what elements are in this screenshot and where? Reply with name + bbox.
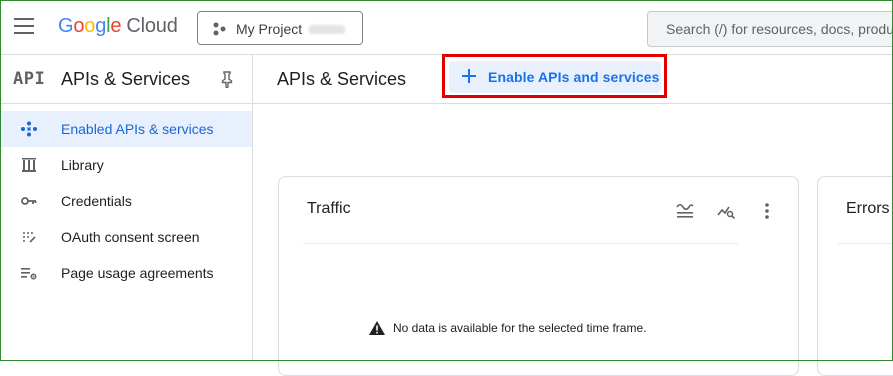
main-header: APIs & Services Enable APIs and services <box>253 54 893 104</box>
sidebar-item-label: OAuth consent screen <box>61 229 200 245</box>
page-title: APIs & Services <box>277 69 407 89</box>
sidebar-header: API APIs & Services <box>0 55 252 104</box>
sidebar-nav: Enabled APIs & services Library Credenti… <box>0 111 252 291</box>
sidebar-item-credentials[interactable]: Credentials <box>0 183 252 219</box>
errors-card: Errors <box>817 176 893 376</box>
top-bar: Google Cloud My Project <box>0 0 893 55</box>
legend-toggle-icon[interactable] <box>675 201 695 221</box>
logo-letter: o <box>84 15 96 37</box>
sidebar-item-label: Credentials <box>61 193 132 209</box>
more-vert-icon[interactable] <box>757 201 777 221</box>
logo-letter: o <box>73 15 85 37</box>
sidebar-item-label: Library <box>61 157 104 173</box>
explore-chart-icon[interactable] <box>716 201 736 221</box>
google-cloud-logo[interactable]: Google Cloud <box>58 15 178 38</box>
logo-cloud-text: Cloud <box>126 15 178 37</box>
consent-grid-icon <box>23 232 36 243</box>
search-input[interactable] <box>666 12 893 46</box>
project-name: My Project <box>236 21 303 37</box>
sidebar-item-label: Page usage agreements <box>61 265 214 281</box>
project-id-redacted <box>309 25 345 34</box>
pin-icon[interactable] <box>219 70 235 88</box>
sidebar: API APIs & Services Enabled APIs & servi… <box>0 55 253 361</box>
warning-icon <box>369 321 385 335</box>
project-hub-icon <box>213 22 226 36</box>
logo-letter: g <box>95 15 107 37</box>
diamond-dots-icon <box>21 121 37 137</box>
card-divider <box>303 243 738 244</box>
key-icon <box>21 197 37 205</box>
api-logo-icon: API <box>13 69 46 89</box>
sidebar-item-label: Enabled APIs & services <box>61 121 214 137</box>
card-title: Errors <box>846 200 890 217</box>
highlight-box <box>442 54 667 98</box>
project-picker-button[interactable]: My Project <box>197 11 363 45</box>
logo-letter: e <box>110 15 122 37</box>
sidebar-item-oauth-consent[interactable]: OAuth consent screen <box>0 219 252 255</box>
empty-state: No data is available for the selected ti… <box>369 320 669 340</box>
library-icon <box>22 158 36 172</box>
sidebar-title: APIs & Services <box>61 69 191 89</box>
sidebar-item-page-usage[interactable]: Page usage agreements <box>0 255 252 291</box>
sidebar-item-enabled-apis[interactable]: Enabled APIs & services <box>0 111 252 147</box>
sidebar-item-library[interactable]: Library <box>0 147 252 183</box>
card-title: Traffic <box>307 200 351 217</box>
traffic-card: Traffic No data is available for the sel… <box>278 176 799 376</box>
hamburger-menu-icon[interactable] <box>14 18 34 34</box>
search-bar[interactable] <box>647 11 893 47</box>
card-divider <box>838 243 893 244</box>
logo-letter: G <box>58 15 74 37</box>
empty-state-message: No data is available for the selected ti… <box>393 321 647 335</box>
settings-list-icon <box>21 268 37 280</box>
